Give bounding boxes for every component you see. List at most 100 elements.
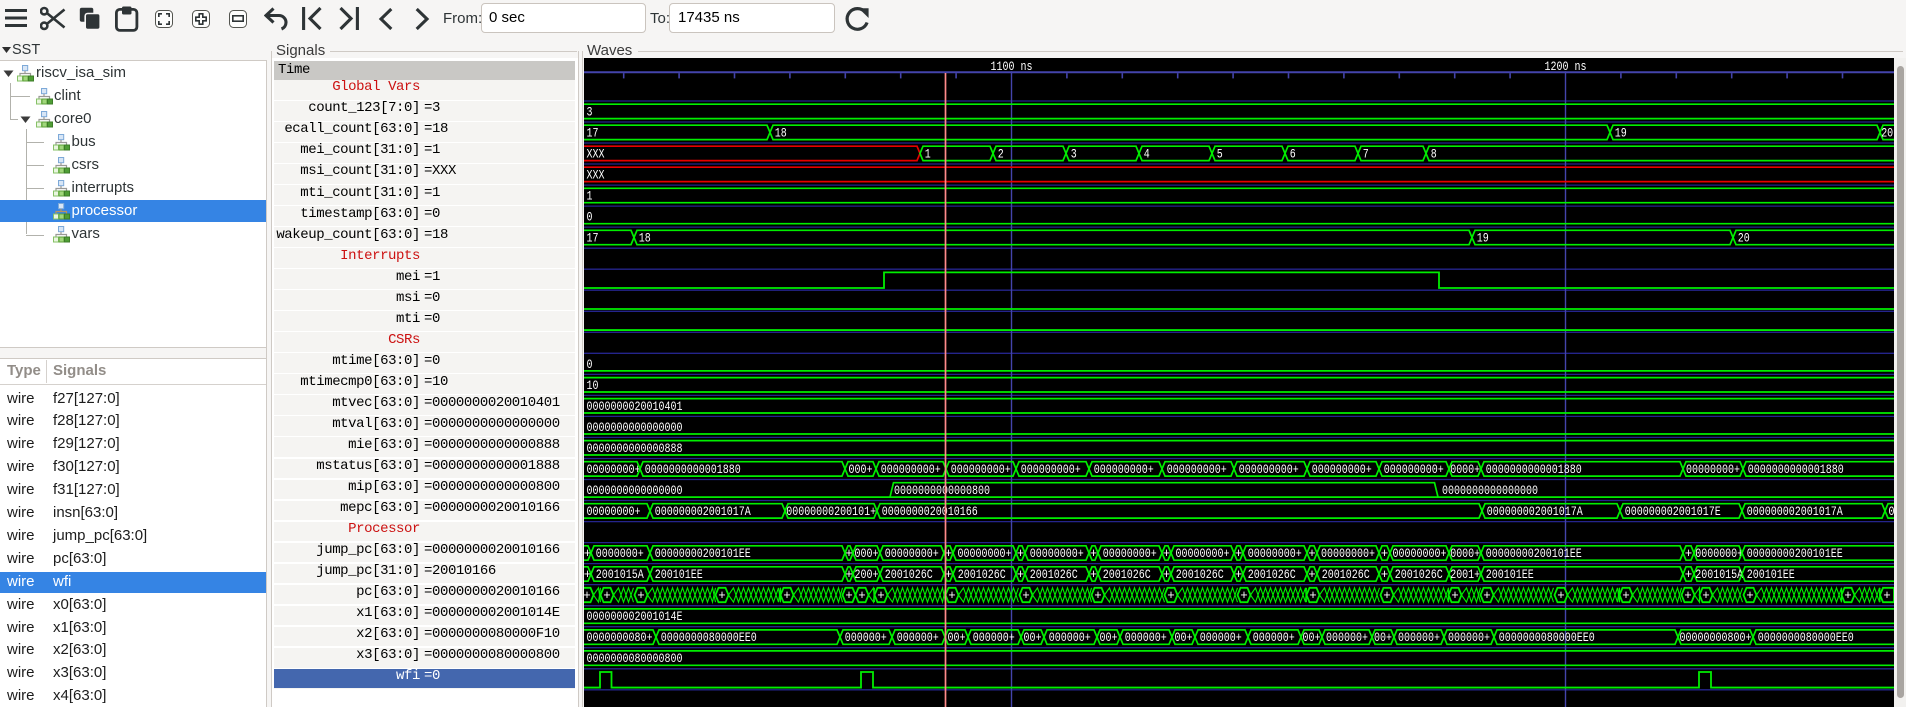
svg-text:000000000+: 000000000+ — [1312, 463, 1372, 477]
svg-text:+: + — [1702, 589, 1710, 603]
svg-text:000000+: 000000+ — [897, 631, 939, 645]
svg-text:+: + — [877, 589, 885, 603]
svg-text:18: 18 — [775, 127, 787, 141]
svg-text:+: + — [1746, 589, 1754, 603]
svg-text:00000000+: 00000000+ — [1176, 547, 1230, 561]
svg-text:2001026C: 2001026C — [1248, 568, 1296, 582]
svg-text:000000002001017A: 000000002001017A — [1747, 505, 1843, 519]
svg-text:00+: 00+ — [1024, 631, 1042, 645]
svg-text:8: 8 — [1431, 148, 1437, 162]
svg-text:+: + — [603, 589, 611, 603]
svg-text:00000000+: 00000000+ — [1103, 547, 1157, 561]
svg-text:1200 ns: 1200 ns — [1545, 60, 1587, 74]
svg-text:000+: 000+ — [855, 547, 879, 561]
svg-text:+: + — [1309, 589, 1317, 603]
svg-text:00000000+: 00000000+ — [885, 547, 939, 561]
svg-text:000000002001017A: 000000002001017A — [1487, 505, 1583, 519]
svg-text:4: 4 — [1144, 148, 1150, 162]
svg-text:19: 19 — [1615, 127, 1627, 141]
svg-text:0000000000000000: 0000000000000000 — [587, 421, 683, 435]
svg-text:10: 10 — [587, 379, 599, 393]
svg-text:000+: 000+ — [849, 463, 873, 477]
svg-text:00000000200101EE: 00000000200101EE — [1747, 547, 1843, 561]
svg-text:000000000+: 000000000+ — [1239, 463, 1299, 477]
svg-text:000000+: 000000+ — [1200, 631, 1242, 645]
svg-text:000000+: 000000+ — [973, 631, 1015, 645]
svg-text:000000002001017A: 000000002001017A — [655, 505, 751, 519]
svg-text:+: + — [783, 589, 791, 603]
svg-text:6: 6 — [1290, 148, 1296, 162]
svg-text:17: 17 — [587, 127, 599, 141]
svg-text:000000002001014E: 000000002001014E — [587, 610, 683, 624]
svg-text:000000000+: 000000000+ — [881, 463, 941, 477]
svg-text:+: + — [1167, 589, 1175, 603]
svg-text:+: + — [1557, 589, 1565, 603]
svg-text:0000000000000000: 0000000000000000 — [587, 484, 683, 498]
svg-text:00000000+: 00000000+ — [1030, 547, 1084, 561]
svg-text:0000000+: 0000000+ — [596, 547, 644, 561]
svg-text:000000000+: 000000000+ — [951, 463, 1011, 477]
svg-text:+: + — [1685, 547, 1693, 561]
svg-text:+: + — [584, 547, 591, 561]
svg-text:+: + — [1163, 568, 1171, 582]
svg-text:000000+: 000000+ — [1049, 631, 1091, 645]
svg-text:00000000+: 00000000+ — [1686, 463, 1740, 477]
svg-text:XXX: XXX — [587, 169, 605, 183]
svg-text:2001026C: 2001026C — [885, 568, 933, 582]
svg-text:+: + — [1685, 568, 1693, 582]
svg-text:19: 19 — [1477, 232, 1489, 246]
svg-text:0000000080000EE0: 0000000080000EE0 — [661, 631, 757, 645]
svg-text:0000000000000000: 0000000000000000 — [1442, 484, 1538, 498]
svg-text:00000000200101+: 00000000200101+ — [786, 505, 876, 519]
svg-text:+: + — [845, 547, 853, 561]
svg-text:+: + — [1483, 589, 1491, 603]
svg-text:00+: 00+ — [1303, 631, 1321, 645]
svg-text:+: + — [1090, 547, 1098, 561]
svg-text:2001+: 2001+ — [1450, 568, 1480, 582]
svg-text:+: + — [845, 589, 853, 603]
svg-text:0000000080000EE0: 0000000080000EE0 — [1499, 631, 1595, 645]
svg-text:000000000+: 000000000+ — [1094, 463, 1154, 477]
svg-text:000000000+: 000000000+ — [1167, 463, 1227, 477]
svg-text:2001026C: 2001026C — [1103, 568, 1151, 582]
svg-text:+: + — [584, 568, 591, 582]
svg-text:2001015A: 2001015A — [596, 568, 644, 582]
svg-text:1: 1 — [587, 190, 593, 204]
svg-text:+: + — [1022, 589, 1030, 603]
svg-text:+: + — [718, 589, 726, 603]
svg-text:+: + — [1308, 568, 1316, 582]
svg-text:00000000+: 00000000+ — [1393, 547, 1447, 561]
svg-text:000000+: 000000+ — [1448, 631, 1490, 645]
svg-text:+: + — [948, 589, 956, 603]
svg-text:200101EE: 200101EE — [655, 568, 703, 582]
svg-text:+: + — [1240, 589, 1248, 603]
svg-text:00+: 00+ — [948, 631, 966, 645]
svg-text:00+: 00+ — [1175, 631, 1193, 645]
svg-text:00+: 00+ — [1374, 631, 1392, 645]
svg-text:000000002001017E: 000000002001017E — [1625, 505, 1721, 519]
svg-text:1100 ns: 1100 ns — [991, 60, 1033, 74]
svg-text:00+: 00+ — [1100, 631, 1118, 645]
svg-text:3: 3 — [587, 106, 593, 120]
svg-text:0000000000000888: 0000000000000888 — [587, 442, 683, 456]
svg-text:00000000+: 00000000+ — [587, 463, 641, 477]
svg-text:0000+: 0000+ — [1450, 547, 1480, 561]
svg-text:0000000080000800: 0000000080000800 — [587, 652, 683, 666]
svg-text:200+: 200+ — [855, 568, 879, 582]
svg-text:0000000000000800: 0000000000000800 — [894, 484, 990, 498]
svg-text:+: + — [637, 589, 645, 603]
svg-text:0000000000001880: 0000000000001880 — [1748, 463, 1844, 477]
svg-text:000000000+: 000000000+ — [1021, 463, 1081, 477]
svg-text:00000000200101EE: 00000000200101EE — [655, 547, 751, 561]
svg-text:00000000800+: 00000000800+ — [1680, 631, 1752, 645]
svg-text:00000000200101EE: 00000000200101EE — [1486, 547, 1582, 561]
svg-text:1: 1 — [925, 148, 931, 162]
svg-text:0000000000001880: 0000000000001880 — [1486, 463, 1582, 477]
svg-text:0000+: 0000+ — [1450, 463, 1480, 477]
svg-text:2001026C: 2001026C — [1322, 568, 1370, 582]
svg-text:2001026C: 2001026C — [1176, 568, 1224, 582]
svg-text:200101EE: 200101EE — [1747, 568, 1795, 582]
svg-text:+: + — [1684, 589, 1692, 603]
svg-text:200101EE: 200101EE — [1486, 568, 1534, 582]
svg-text:18: 18 — [639, 232, 651, 246]
